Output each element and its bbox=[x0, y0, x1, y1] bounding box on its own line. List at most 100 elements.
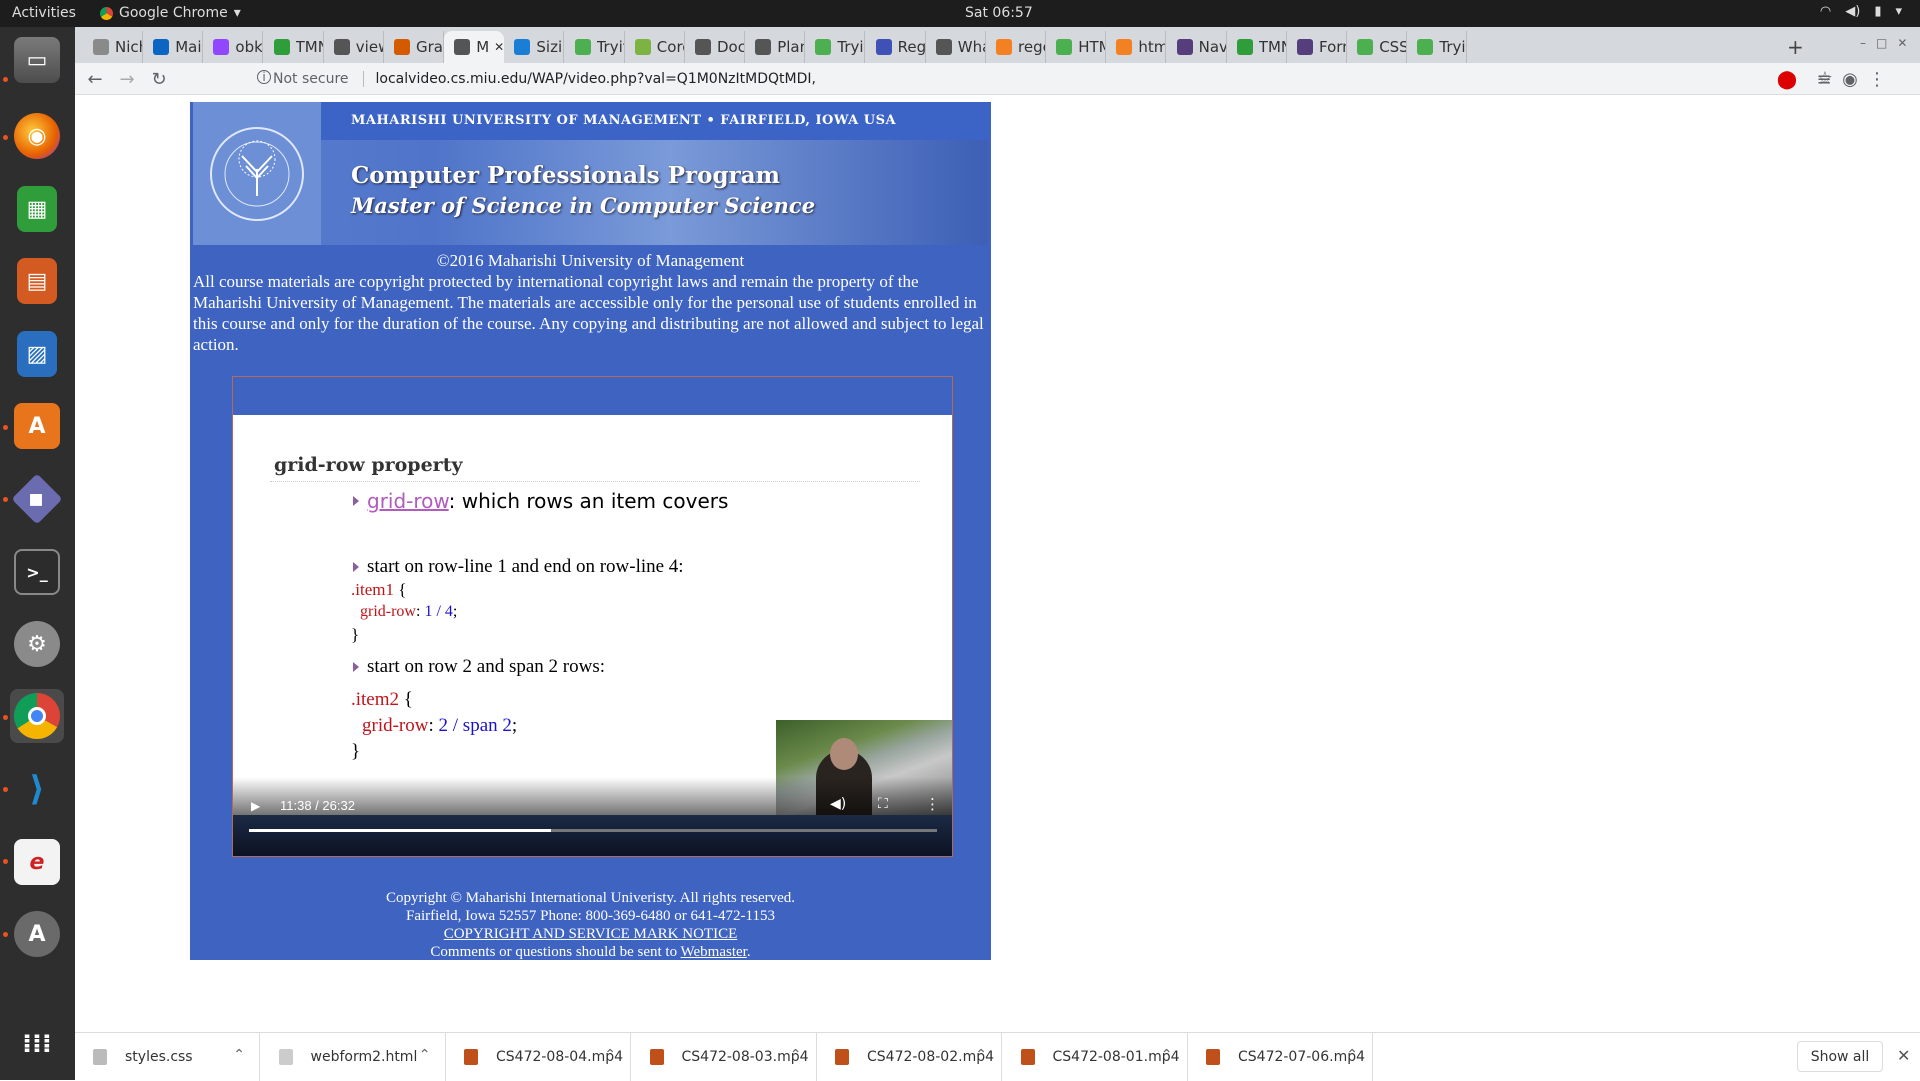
system-tray[interactable]: ◠ ◀) ▮ ▾ bbox=[1820, 4, 1902, 19]
forward-icon[interactable]: → bbox=[115, 67, 139, 91]
running-indicator bbox=[3, 859, 8, 864]
apps-grid-icon[interactable]: ⁞⁞⁞ bbox=[10, 1017, 64, 1071]
chrome-icon[interactable] bbox=[10, 689, 64, 743]
close-window-icon[interactable]: ✕ bbox=[1897, 36, 1907, 50]
browser-tab[interactable]: html bbox=[1106, 31, 1167, 63]
chevron-up-icon[interactable]: ⌃ bbox=[419, 1047, 431, 1063]
maximize-icon[interactable]: □ bbox=[1876, 36, 1887, 50]
page-container: MAHARISHI UNIVERSITY OF MANAGEMENT • FAI… bbox=[190, 102, 991, 960]
browser-tab[interactable]: HTM bbox=[1046, 31, 1107, 63]
code-line: grid-row: 1 / 4; bbox=[360, 603, 457, 621]
browser-tab[interactable]: rege bbox=[986, 31, 1046, 63]
more-options-icon[interactable]: ⋮ bbox=[925, 795, 940, 813]
address-bar[interactable]: i Not secure localvideo.cs.miu.edu/WAP/v… bbox=[253, 66, 1843, 92]
browser-tab[interactable]: CSS bbox=[1347, 31, 1408, 63]
play-icon[interactable]: ▶ bbox=[251, 799, 260, 813]
tab-label: Regu bbox=[897, 38, 925, 56]
chevron-up-icon[interactable]: ⌃ bbox=[975, 1047, 987, 1063]
app-menu[interactable]: Google Chrome ▾ bbox=[100, 5, 241, 21]
close-icon[interactable]: ✕ bbox=[1897, 1046, 1910, 1065]
info-icon[interactable]: i bbox=[257, 70, 271, 84]
code-line: .item1 { bbox=[351, 580, 406, 600]
tab-label: Plan bbox=[777, 38, 804, 56]
download-item[interactable]: CS472-08-01.mp4 ⌃ bbox=[1003, 1033, 1188, 1081]
browser-tab[interactable]: Wha bbox=[926, 31, 986, 63]
download-item[interactable]: CS472-08-03.mp4 ⌃ bbox=[632, 1033, 817, 1081]
chevron-up-icon[interactable]: ⌃ bbox=[790, 1047, 802, 1063]
spreadsheet-icon[interactable]: ▦ bbox=[10, 182, 64, 236]
fullscreen-icon[interactable]: ⛶ bbox=[878, 796, 888, 812]
pdf-reader-icon[interactable]: e bbox=[10, 835, 64, 889]
running-indicator bbox=[3, 715, 8, 720]
url-text: localvideo.cs.miu.edu/WAP/video.php?val=… bbox=[375, 71, 816, 87]
browser-tab[interactable]: Plan bbox=[745, 31, 806, 63]
updater-icon[interactable]: A bbox=[10, 907, 64, 961]
new-tab-button[interactable]: + bbox=[1787, 35, 1804, 59]
download-item[interactable]: CS472-08-02.mp4 ⌃ bbox=[817, 1033, 1002, 1081]
media-control-icon[interactable]: ≡ bbox=[1812, 67, 1836, 91]
activities-button[interactable]: Activities bbox=[12, 5, 76, 21]
browser-tab[interactable]: obka bbox=[203, 31, 264, 63]
browser-tab[interactable]: M ✕ bbox=[444, 31, 505, 63]
browser-tab[interactable]: Tryit bbox=[1407, 31, 1468, 63]
chevron-up-icon[interactable]: ⌃ bbox=[1346, 1047, 1358, 1063]
download-item[interactable]: webform2.html ⌃ bbox=[261, 1033, 446, 1081]
browser-tab[interactable]: Navt bbox=[1167, 31, 1227, 63]
tab-favicon-icon bbox=[574, 39, 591, 55]
browser-tab[interactable]: Tryit bbox=[805, 31, 866, 63]
browser-tab[interactable]: Tryit bbox=[565, 31, 625, 63]
browser-tab[interactable]: view bbox=[324, 31, 384, 63]
software-center-icon[interactable]: A bbox=[10, 399, 64, 453]
chevron-up-icon[interactable]: ⌃ bbox=[1161, 1047, 1173, 1063]
browser-tab[interactable]: Gran bbox=[384, 31, 444, 63]
browser-tab[interactable]: Docu bbox=[685, 31, 745, 63]
volume-icon[interactable]: ◀) bbox=[830, 796, 846, 812]
menu-icon[interactable]: ⋮ bbox=[1865, 67, 1889, 91]
seek-bar[interactable] bbox=[249, 829, 937, 832]
code-value: span 2 bbox=[462, 715, 512, 736]
firefox-icon[interactable]: ◉ bbox=[10, 109, 64, 163]
browser-tab[interactable]: Regu bbox=[866, 31, 926, 63]
browser-tab[interactable]: TMN bbox=[264, 31, 324, 63]
clock[interactable]: Sat 06:57 bbox=[965, 5, 1033, 21]
slide-text: start on row 2 and span 2 rows: bbox=[367, 656, 605, 677]
browser-tab[interactable]: Nich bbox=[83, 31, 143, 63]
show-all-button[interactable]: Show all bbox=[1797, 1041, 1883, 1072]
diagram-icon[interactable]: ◆ bbox=[10, 472, 64, 526]
browser-tab[interactable]: TMN bbox=[1227, 31, 1287, 63]
vscode-icon[interactable]: ⟩ bbox=[10, 762, 64, 816]
reload-icon[interactable]: ↻ bbox=[147, 67, 171, 91]
settings-icon[interactable]: ⚙ bbox=[10, 617, 64, 671]
running-indicator bbox=[3, 77, 8, 82]
profile-icon[interactable]: ◉ bbox=[1838, 67, 1862, 91]
chevron-up-icon[interactable]: ⌃ bbox=[233, 1047, 245, 1063]
back-icon[interactable]: ← bbox=[83, 67, 107, 91]
browser-tab[interactable]: Mail bbox=[143, 31, 204, 63]
minimize-icon[interactable]: – bbox=[1860, 36, 1866, 50]
tab-favicon-icon bbox=[93, 39, 109, 55]
footer-contact: Comments or questions should be sent to … bbox=[193, 943, 988, 961]
download-item[interactable]: styles.css ⌃ bbox=[75, 1033, 260, 1081]
image-viewer-icon[interactable]: ▨ bbox=[10, 327, 64, 381]
copyright-notice-link[interactable]: COPYRIGHT AND SERVICE MARK NOTICE bbox=[193, 925, 988, 943]
file-icon bbox=[278, 1049, 293, 1065]
tab-label: Forn bbox=[1319, 38, 1346, 56]
video-player[interactable]: grid-row property grid-row: which rows a… bbox=[232, 376, 953, 857]
close-tab-icon[interactable]: ✕ bbox=[494, 40, 504, 54]
code-selector: .item1 bbox=[351, 580, 394, 599]
extension-icon[interactable]: ⬤ bbox=[1775, 67, 1799, 91]
browser-tab[interactable]: Forn bbox=[1287, 31, 1347, 63]
tab-label: TMN bbox=[295, 38, 323, 56]
webmaster-link[interactable]: Webmaster bbox=[681, 944, 747, 960]
download-item[interactable]: CS472-08-04.mp4 ⌃ bbox=[446, 1033, 631, 1081]
download-item[interactable]: CS472-07-06.mp4 ⌃ bbox=[1188, 1033, 1373, 1081]
tab-favicon-icon bbox=[213, 39, 230, 55]
bullet-icon bbox=[353, 496, 359, 506]
browser-tab[interactable]: Coro bbox=[625, 31, 685, 63]
files-icon[interactable]: ▭ bbox=[10, 33, 64, 87]
chevron-up-icon[interactable]: ⌃ bbox=[604, 1047, 616, 1063]
terminal-icon[interactable]: >_ bbox=[10, 545, 64, 599]
tab-favicon-icon bbox=[935, 39, 952, 55]
browser-tab[interactable]: Sizin bbox=[504, 31, 565, 63]
presentation-icon[interactable]: ▤ bbox=[10, 254, 64, 308]
